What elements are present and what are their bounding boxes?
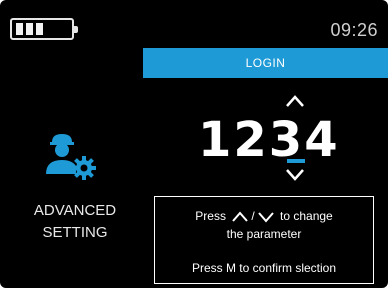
help-confirm-text: Press M to confirm slection xyxy=(191,261,337,275)
device-screen: 09:26 ADVANCED SETTING LOGIN 1234 Press … xyxy=(0,0,388,288)
help-box: Press / to change the parameter Press M … xyxy=(154,196,374,284)
chevron-down-icon[interactable] xyxy=(285,168,305,182)
digit-cursor xyxy=(287,159,305,163)
help-change-text: Press / to change the parameter xyxy=(195,209,333,241)
chevron-up-icon[interactable] xyxy=(285,94,305,108)
user-settings-icon xyxy=(46,134,96,180)
chevron-up-icon xyxy=(232,211,249,222)
login-header: LOGIN xyxy=(143,48,388,78)
clock-time: 09:26 xyxy=(330,20,378,40)
status-bar: 09:26 xyxy=(0,0,388,40)
pin-value[interactable]: 1234 xyxy=(198,112,340,168)
battery-icon xyxy=(10,18,78,40)
advanced-setting-panel[interactable]: ADVANCED SETTING xyxy=(0,130,150,260)
advanced-setting-label: ADVANCED SETTING xyxy=(33,202,117,241)
chevron-down-icon xyxy=(257,212,274,223)
